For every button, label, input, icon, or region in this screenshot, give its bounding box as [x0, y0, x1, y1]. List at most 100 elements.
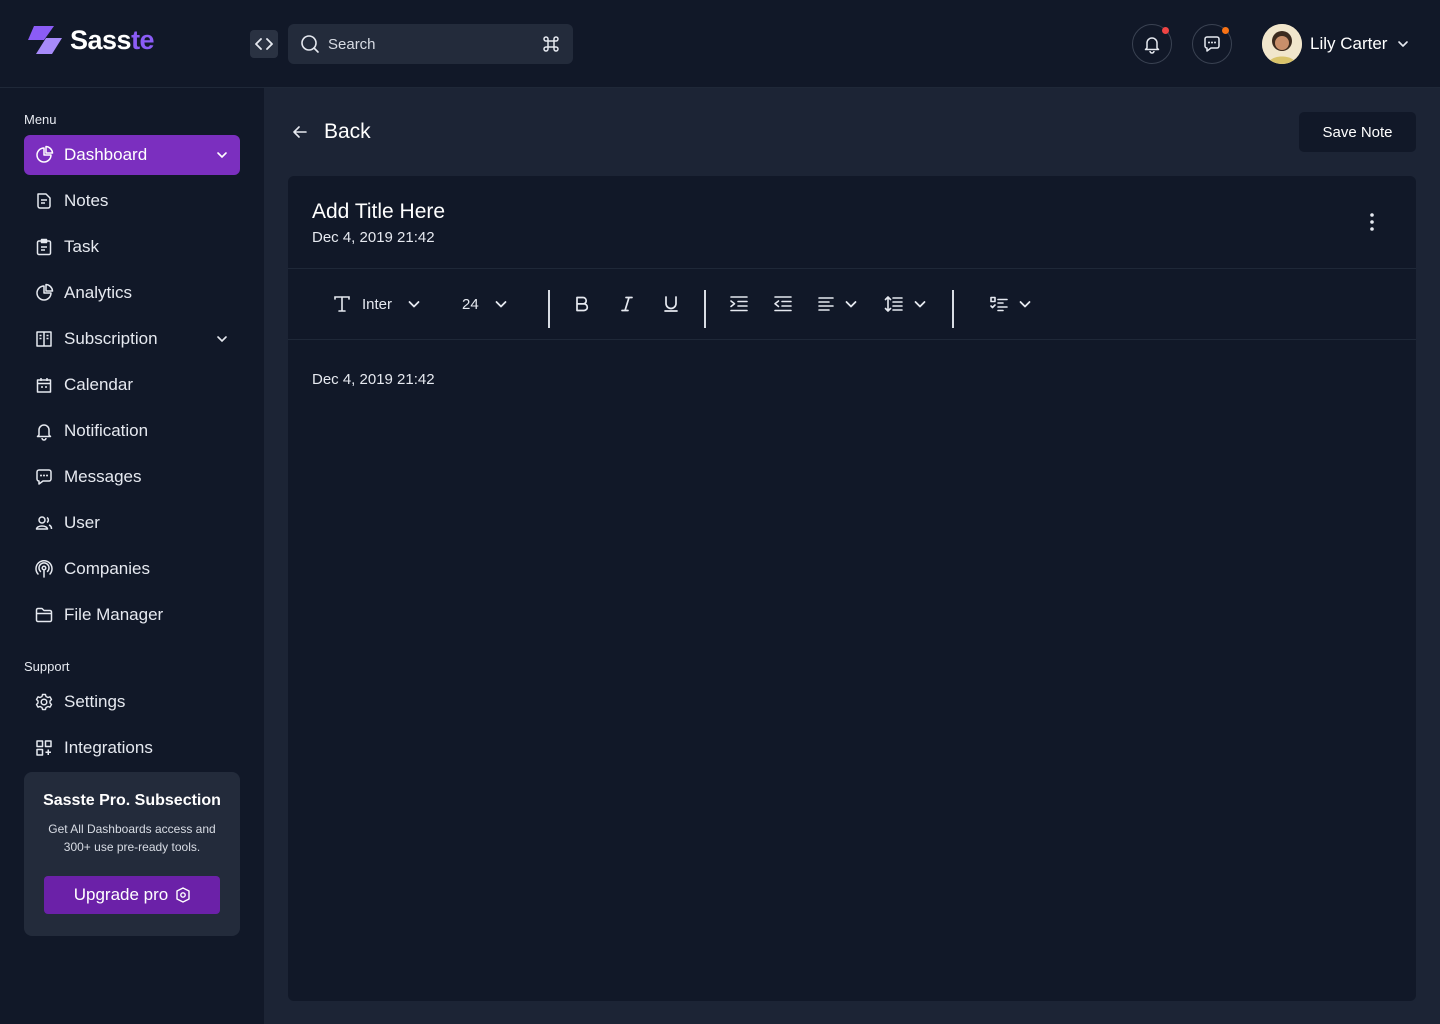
- chat-icon: [36, 469, 52, 485]
- sidebar-item-calendar[interactable]: Calendar: [24, 365, 240, 405]
- sidebar-item-settings[interactable]: Settings: [24, 682, 240, 722]
- toolbar-divider: [952, 290, 954, 328]
- back-button[interactable]: Back: [290, 120, 371, 144]
- note-date: Dec 4, 2019 21:42: [312, 229, 435, 246]
- user-name: Lily Carter: [1310, 34, 1388, 53]
- sidebar-item-companies[interactable]: Companies: [24, 549, 240, 589]
- sidebar-item-label: Notes: [64, 191, 109, 210]
- upgrade-pro-label: Upgrade pro: [73, 885, 169, 904]
- chevron-down-icon: [217, 336, 227, 343]
- clipboard-icon: [36, 238, 52, 256]
- sidebar-item-notes[interactable]: Notes: [24, 181, 240, 221]
- sidebar-item-label: File Manager: [64, 605, 164, 624]
- checklist-select[interactable]: [989, 291, 1033, 317]
- gear-icon: [35, 693, 53, 711]
- back-label: Back: [324, 120, 371, 143]
- logo-mark-icon: [28, 26, 62, 54]
- sidebar-item-label: Subscription: [64, 329, 158, 348]
- support-section-label: Support: [24, 659, 70, 674]
- user-menu[interactable]: Lily Carter: [1262, 24, 1411, 64]
- note-body[interactable]: Dec 4, 2019 21:42: [312, 371, 435, 388]
- search-input[interactable]: [328, 35, 541, 53]
- search-bar[interactable]: [288, 24, 573, 64]
- chevron-down-icon: [1398, 41, 1409, 47]
- more-options-icon[interactable]: [1362, 210, 1382, 234]
- indent-icon: [730, 296, 748, 312]
- notification-dot: [1162, 27, 1169, 34]
- badge-icon: [176, 887, 190, 903]
- bold-icon: [576, 296, 589, 312]
- font-family-select[interactable]: Inter: [332, 291, 422, 317]
- align-left-icon: [818, 297, 834, 311]
- save-note-button[interactable]: Save Note: [1299, 112, 1416, 152]
- format-toolbar: Inter 24: [288, 269, 1416, 340]
- note-header: Add Title Here Dec 4, 2019 21:42: [288, 176, 1416, 269]
- sidebar-item-dashboard[interactable]: Dashboard: [24, 135, 240, 175]
- arrow-left-icon: [293, 126, 307, 138]
- sidebar-item-user[interactable]: User: [24, 503, 240, 543]
- promo-card: Sasste Pro. Subsection Get All Dashboard…: [24, 772, 240, 936]
- sidebar-item-integrations[interactable]: Integrations: [24, 728, 240, 768]
- line-spacing-select[interactable]: [884, 291, 928, 317]
- sidebar-item-notification[interactable]: Notification: [24, 411, 240, 451]
- sidebar-item-label: Task: [64, 237, 99, 256]
- checklist-icon: [990, 296, 1008, 312]
- brand-logo[interactable]: Sasste: [24, 24, 155, 56]
- sidebar-item-subscription[interactable]: Subscription: [24, 319, 240, 359]
- sidebar-item-label: Notification: [64, 421, 149, 440]
- chevron-down-icon: [914, 301, 926, 308]
- indent-button[interactable]: [729, 291, 749, 317]
- folder-icon: [35, 607, 53, 623]
- sidebar-toggle-button[interactable]: [250, 30, 278, 58]
- underline-button[interactable]: [662, 291, 680, 317]
- sidebar-item-file-manager[interactable]: File Manager: [24, 595, 240, 635]
- grid-plus-icon: [36, 740, 52, 756]
- toolbar-divider: [548, 290, 550, 328]
- pie-chart-icon: [36, 145, 54, 163]
- sidebar-item-analytics[interactable]: Analytics: [24, 273, 240, 313]
- note-icon: [37, 193, 51, 209]
- bold-button[interactable]: [573, 291, 591, 317]
- notifications-button[interactable]: [1132, 24, 1172, 64]
- outdent-button[interactable]: [773, 291, 793, 317]
- messages-button[interactable]: [1192, 24, 1232, 64]
- avatar: [1262, 24, 1302, 64]
- sidebar-item-label: Settings: [64, 692, 126, 711]
- sidebar-item-label: Dashboard: [64, 145, 148, 164]
- outdent-icon: [774, 296, 792, 312]
- sidebar-item-task[interactable]: Task: [24, 227, 240, 267]
- font-size-value: 24: [462, 295, 479, 313]
- sidebar-item-label: Calendar: [64, 375, 133, 394]
- italic-icon: [621, 296, 633, 312]
- menu-section-label: Menu: [24, 112, 57, 127]
- chevron-down-icon: [1019, 301, 1031, 308]
- message-dot: [1222, 27, 1229, 34]
- note-editor: Add Title Here Dec 4, 2019 21:42 Inter 2…: [288, 176, 1416, 1001]
- users-icon: [35, 516, 53, 530]
- top-bar: Sasste Search Lily Carter: [0, 0, 1440, 88]
- chevron-down-icon: [408, 301, 420, 308]
- sidebar-item-messages[interactable]: Messages: [24, 457, 240, 497]
- text-type-icon: [334, 296, 350, 312]
- toolbar-divider: [704, 290, 706, 328]
- sidebar: Menu Dashboard Notes Task Analytics Subs…: [0, 88, 264, 1024]
- avatar-portrait: [1262, 24, 1302, 64]
- calendar-icon: [36, 378, 52, 393]
- font-size-select[interactable]: 24: [462, 291, 509, 317]
- sidebar-item-label: Companies: [64, 559, 150, 578]
- code-brackets-icon: [255, 38, 273, 50]
- promo-title: Sasste Pro. Subsection: [43, 792, 221, 809]
- bell-icon: [36, 424, 52, 441]
- sidebar-item-label: Messages: [64, 467, 142, 486]
- bell-icon: [1144, 37, 1160, 54]
- chevron-down-icon: [845, 301, 857, 308]
- columns-icon: [36, 331, 52, 347]
- align-select[interactable]: [817, 291, 859, 317]
- upgrade-pro-button[interactable]: Upgrade pro: [44, 876, 220, 914]
- italic-button[interactable]: [618, 291, 636, 317]
- promo-description: Get All Dashboards access and 300+ use p…: [48, 822, 216, 854]
- chat-icon: [1204, 36, 1220, 52]
- brand-name: Sasste: [70, 24, 155, 55]
- sidebar-item-label: User: [64, 513, 100, 532]
- note-title[interactable]: Add Title Here: [312, 200, 445, 224]
